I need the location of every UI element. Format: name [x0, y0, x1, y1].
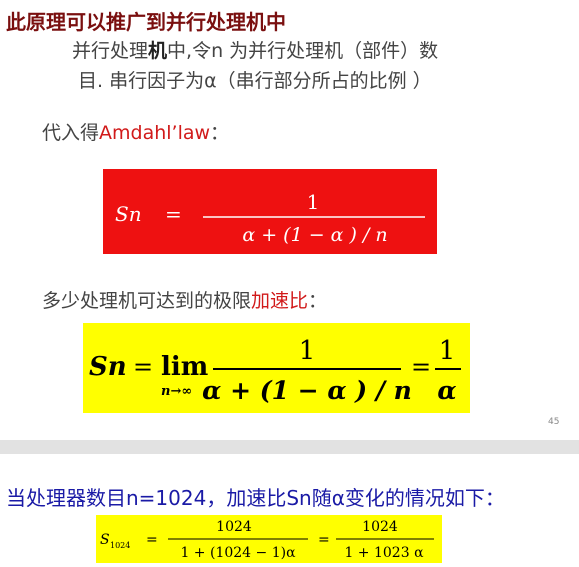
formula2-lim-sub: n→∞	[161, 384, 192, 399]
speedup-label: 加速比	[251, 290, 309, 312]
paragraph-line-2: 目. 串行因子为α（串行部分所占的比例 ）	[78, 70, 432, 92]
intro2-post: ：	[308, 290, 328, 312]
formula2-numerator: 1	[299, 336, 316, 366]
formula3-eq1: =	[146, 532, 158, 548]
formula2-lim: lim	[161, 352, 208, 382]
amdahl-intro: 代入得Amdahl’law：	[42, 118, 229, 145]
formula3-lhs-sub: 1024	[110, 541, 130, 550]
formula3-num1: 1024	[216, 519, 252, 535]
intro1-pre: 代入得	[42, 122, 100, 144]
paragraph-line-1: 并行处理机中,令n 为并行处理机（部件）数	[72, 36, 438, 63]
formula1-numerator: 1	[307, 190, 320, 214]
intro1-post: ：	[210, 122, 230, 144]
formula2-rhs-num: 1	[439, 336, 456, 366]
formula-amdahl: Sn = 1 α + (1 − α ) / n	[115, 190, 425, 246]
formula1-eq: =	[165, 202, 182, 226]
slide-separator	[0, 440, 579, 454]
formula1-lhs: Sn	[115, 202, 142, 226]
formula2-denominator: α + (1 − α ) / n	[202, 376, 412, 405]
formula3-eq2: =	[318, 532, 330, 548]
formula2-eq1: =	[133, 353, 153, 381]
formula2-rhs-den: α	[437, 376, 456, 405]
formula-limit-box: Sn = lim n→∞ 1 α + (1 − α ) / n = 1 α	[83, 323, 470, 413]
formula-limit: Sn = lim n→∞ 1 α + (1 − α ) / n = 1 α	[89, 336, 461, 405]
formula3-num2: 1024	[362, 519, 398, 535]
formula3-lhs: S	[100, 532, 110, 548]
formula-amdahl-box: Sn = 1 α + (1 − α ) / n	[103, 169, 437, 254]
formula-n1024: S 1024 = 1024 1 + (1024 − 1)α = 1024 1 +…	[100, 519, 434, 561]
page-number: 45	[548, 417, 560, 427]
page-heading: 此原理可以推广到并行处理机中	[6, 10, 286, 34]
limit-intro: 多少处理机可达到的极限加速比：	[42, 286, 327, 313]
formula3-den1: 1 + (1024 − 1)α	[180, 545, 296, 561]
intro2-pre: 多少处理机可达到的极限	[42, 290, 252, 312]
n1024-text: 当处理器数目n=1024，加速比Sn随α变化的情况如下：	[6, 486, 505, 510]
formula1-denominator: α + (1 − α ) / n	[242, 224, 387, 246]
formula2-eq2: =	[411, 353, 431, 381]
p1-pre: 并行处理	[72, 40, 149, 62]
formula2-lhs: Sn	[89, 352, 127, 382]
p1-bold: 机	[148, 40, 168, 62]
formula3-den2: 1 + 1023 α	[344, 545, 424, 561]
formula-n1024-box: S 1024 = 1024 1 + (1024 − 1)α = 1024 1 +…	[96, 515, 442, 563]
amdahl-law-label: Amdahl’law	[99, 122, 211, 144]
p1-post: 中,令n 为并行处理机（部件）数	[167, 40, 439, 62]
